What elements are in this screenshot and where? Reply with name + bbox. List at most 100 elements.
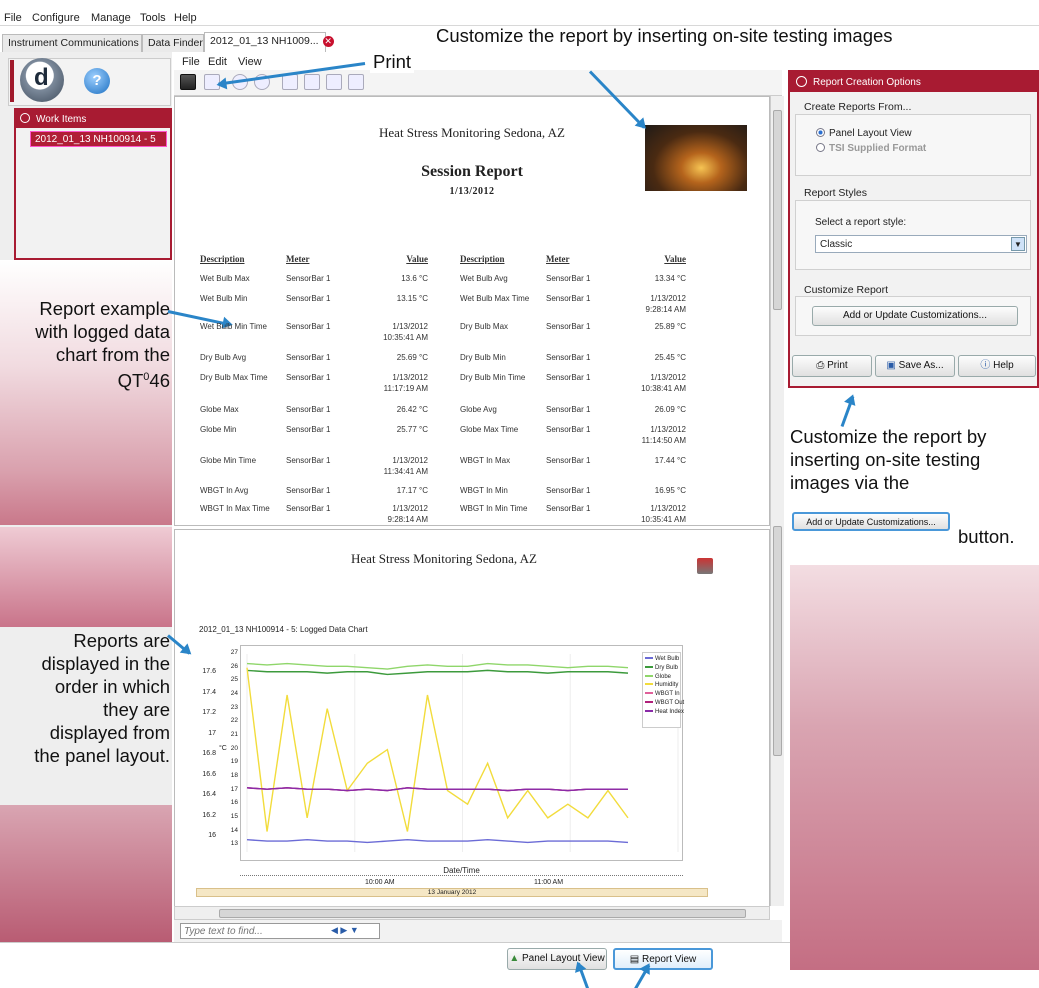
hscroll-thumb[interactable] (219, 909, 746, 918)
tab-report-session[interactable]: 2012_01_13 NH1009... ✕ (204, 32, 334, 52)
viewer-menu-edit[interactable]: Edit (208, 56, 227, 68)
help-button[interactable]: ⓘ Help (958, 355, 1036, 377)
viewer-toolbar (174, 70, 782, 96)
work-items-header[interactable]: Work Items (16, 110, 170, 128)
annotation-line: images via the (790, 472, 910, 493)
tab-data-finder[interactable]: Data Finder (142, 34, 204, 52)
print-button[interactable]: ⎙ Print (792, 355, 872, 377)
legend-label: Globe (655, 673, 672, 680)
table-cell: SensorBar 1 (546, 322, 591, 331)
annotation-text: 46 (149, 370, 170, 392)
save-as-button[interactable]: ▣ Save As... (875, 355, 955, 377)
series-line-globe (246, 662, 629, 670)
table-header: Value (406, 254, 428, 264)
info-icon: ⓘ (980, 360, 991, 371)
table-cell: Dry Bulb Avg (200, 353, 247, 362)
legend-swatch (645, 709, 653, 712)
annotation-line: QT046 (0, 366, 170, 392)
tab-label: 2012_01_13 NH1009... (210, 35, 319, 47)
legend-entry: Dry Bulb (645, 664, 678, 673)
table-cell: Dry Bulb Max Time (200, 373, 268, 382)
table-cell: SensorBar 1 (546, 294, 591, 303)
table-cell: SensorBar 1 (546, 456, 591, 465)
collapse-icon[interactable] (20, 113, 30, 123)
table-header: Description (200, 254, 245, 264)
button-label: Print (827, 360, 848, 371)
close-tab-icon[interactable]: ✕ (322, 36, 334, 47)
table-cell: WBGT In Min Time (460, 504, 528, 513)
table-cell: SensorBar 1 (286, 425, 331, 434)
annotation-line: displayed from (49, 722, 170, 743)
report-creation-header[interactable]: Report Creation Options (790, 72, 1037, 92)
find-nav-icons[interactable]: ◀ ▶ ▼ (331, 925, 359, 936)
legend-entry: WBGT In (645, 690, 680, 699)
annotation-line: Customize the report by (790, 426, 987, 447)
option-panel-layout[interactable]: Panel Layout View (816, 128, 912, 139)
page-layout-icon[interactable] (282, 74, 298, 90)
viewer-menu-view[interactable]: View (238, 56, 262, 68)
legend-entry: Globe (645, 673, 678, 682)
collapse-icon[interactable] (796, 76, 807, 87)
radio-icon[interactable] (816, 128, 825, 137)
viewer-menu-bar: File Edit View (174, 56, 782, 70)
table-cell: SensorBar 1 (546, 504, 591, 513)
legend-entry: WBGT Out (645, 699, 684, 708)
scroll-thumb[interactable] (773, 526, 782, 756)
table-cell: WBGT In Avg (200, 486, 249, 495)
button-label: Panel Layout View (522, 953, 605, 964)
work-item[interactable]: 2012_01_13 NH100914 - 5 (30, 131, 167, 147)
x-axis-ticks (240, 875, 683, 878)
x-axis-label: Date/Time (443, 866, 480, 875)
option-label: TSI Supplied Format (829, 143, 927, 154)
table-cell: 13.34 °C (654, 274, 686, 283)
menu-tools[interactable]: Tools (140, 12, 166, 24)
y-tick-label: 26 (230, 662, 238, 670)
chart-report-icon (697, 558, 713, 574)
legend-label: Humidity (655, 682, 679, 689)
horizontal-scrollbar[interactable] (174, 906, 770, 920)
table-cell: SensorBar 1 (546, 353, 591, 362)
printer-icon: ⎙ (816, 360, 825, 371)
menu-help[interactable]: Help (174, 12, 197, 24)
table-cell: 13.6 °C (401, 274, 428, 283)
chart-legend: Wet Bulb Dry Bulb Globe Humidity WBGT In WBGT… (642, 652, 684, 728)
tab-instrument-communications[interactable]: Instrument Communications (2, 34, 142, 52)
selected-value: Classic (820, 239, 853, 250)
document-icon: ▤ (629, 954, 640, 965)
two-page-icon[interactable] (304, 74, 320, 90)
print-icon[interactable] (180, 74, 196, 90)
table-cell: SensorBar 1 (286, 353, 331, 362)
table-cell: 1/13/2012 10:35:41 AM (383, 322, 428, 342)
single-page-icon[interactable] (326, 74, 342, 90)
report-style-select[interactable]: Classic ▼ (815, 235, 1027, 253)
chevron-down-icon[interactable]: ▼ (1011, 237, 1025, 251)
table-cell: SensorBar 1 (546, 425, 591, 434)
panel-layout-view-button[interactable]: ▲ Panel Layout View (507, 948, 607, 970)
annotation-line: with logged data (35, 321, 170, 342)
add-update-customizations-button[interactable]: Add or Update Customizations... (812, 306, 1018, 326)
legend-entry: Heat Index (645, 708, 684, 717)
menu-manage[interactable]: Manage (91, 12, 131, 24)
table-cell: Wet Bulb Max Time (460, 294, 530, 303)
report-view-button[interactable]: ▤ Report View (613, 948, 713, 970)
viewer-menu-file[interactable]: File (182, 56, 200, 68)
continuous-page-icon[interactable] (348, 74, 364, 90)
y-tick-label: 20 (230, 744, 238, 752)
y-tick-label: 25 (230, 676, 238, 684)
menu-file[interactable]: File (4, 12, 22, 24)
table-cell: 25.69 °C (396, 353, 428, 362)
y-axis-label: °C (219, 745, 227, 752)
page2-title: Heat Stress Monitoring Sedona, AZ (351, 551, 537, 566)
table-cell: Globe Max (200, 405, 239, 414)
help-icon[interactable]: ? (84, 68, 110, 94)
table-cell: 26.09 °C (654, 405, 686, 414)
table-cell: 25.45 °C (654, 353, 686, 362)
annotation-line: Report example (39, 298, 170, 319)
data-logo-icon[interactable]: d (20, 58, 64, 102)
vertical-scrollbar[interactable] (770, 96, 784, 906)
scroll-thumb[interactable] (773, 110, 782, 310)
option-tsi-format[interactable]: TSI Supplied Format (816, 143, 926, 154)
menu-configure[interactable]: Configure (32, 12, 80, 24)
radio-icon[interactable] (816, 143, 825, 152)
table-cell: 25.77 °C (396, 425, 428, 434)
